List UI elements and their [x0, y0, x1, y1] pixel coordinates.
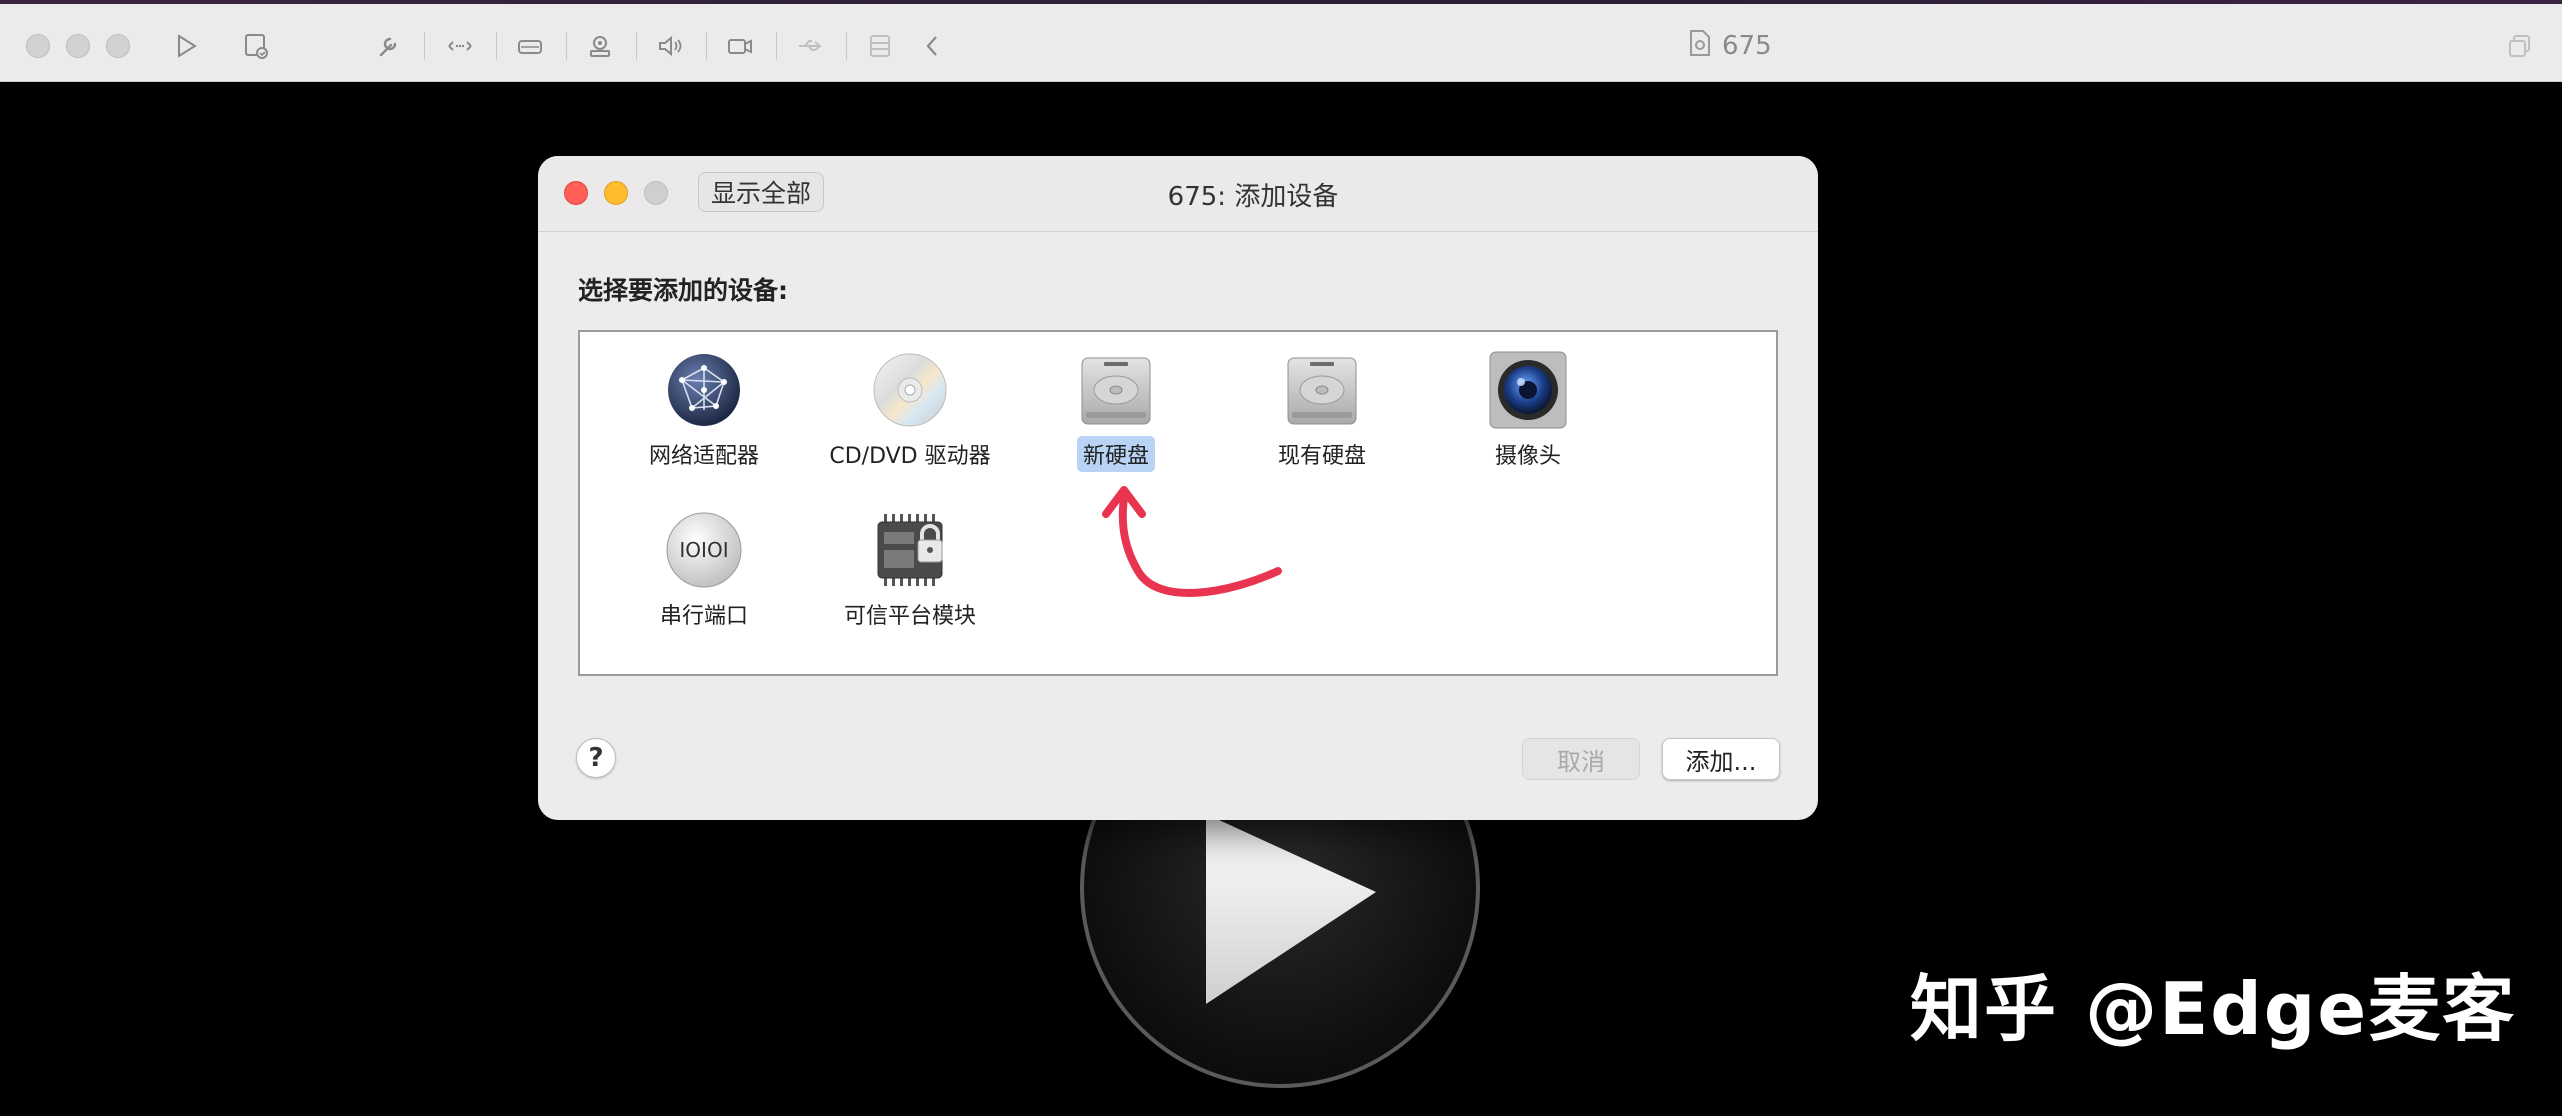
- toolbar-separator: [706, 32, 707, 60]
- toolbar-separator: [566, 32, 567, 60]
- hard-disk-icon: [1282, 350, 1362, 430]
- device-label: CD/DVD 驱动器: [829, 444, 991, 469]
- device-prompt: 选择要添加的设备:: [578, 276, 788, 305]
- help-button[interactable]: ?: [576, 738, 616, 778]
- device-label: 现有硬盘: [1277, 444, 1366, 469]
- dialog-titlebar: 675: 添加设备 显示全部: [538, 156, 1818, 232]
- device-label: 摄像头: [1494, 444, 1561, 469]
- show-all-button[interactable]: 显示全部: [698, 172, 825, 212]
- snapshot-icon[interactable]: [236, 28, 276, 64]
- device-label: 网络适配器: [648, 444, 759, 469]
- device-label: 可信平台模块: [843, 604, 976, 629]
- network-globe-icon: [664, 350, 744, 430]
- toolbar-separator: [496, 32, 497, 60]
- tpm-chip-lock-icon: [870, 510, 950, 590]
- play-icon[interactable]: [166, 28, 206, 64]
- serial-port-icon: IOIOI: [664, 510, 744, 590]
- video-camera-icon[interactable]: [720, 28, 760, 64]
- device-cd-dvd-drive[interactable]: CD/DVD 驱动器: [820, 350, 1000, 490]
- watermark-text: 知乎 @Edge麦客: [1910, 967, 2517, 1051]
- toolbar-separator: [424, 32, 425, 60]
- device-trusted-platform-module[interactable]: 可信平台模块: [820, 510, 1000, 650]
- storage-stack-icon[interactable]: [860, 28, 900, 64]
- cancel-button[interactable]: 取消: [1522, 738, 1640, 780]
- device-label: 新硬盘: [1076, 436, 1155, 472]
- camera-icon: [1488, 350, 1568, 430]
- webcam-icon[interactable]: [580, 28, 620, 64]
- window-title: 675: [1688, 28, 1772, 64]
- device-camera[interactable]: 摄像头: [1438, 350, 1618, 490]
- add-device-dialog: 675: 添加设备 显示全部 选择要添加的设备: 网络适配器 CD/DVD 驱动…: [538, 156, 1818, 820]
- annotation-arrow: [1102, 486, 1282, 597]
- chevron-left-icon[interactable]: [912, 28, 952, 64]
- toolbar-separator: [846, 32, 847, 60]
- device-existing-hard-disk[interactable]: 现有硬盘: [1232, 350, 1412, 490]
- device-serial-port[interactable]: IOIOI 串行端口: [614, 510, 794, 650]
- window-close-button[interactable]: [26, 34, 50, 58]
- usb-icon[interactable]: [790, 28, 830, 64]
- drive-icon[interactable]: [510, 28, 550, 64]
- add-button[interactable]: 添加...: [1662, 738, 1780, 780]
- speaker-icon[interactable]: [650, 28, 690, 64]
- copy-window-icon[interactable]: [2500, 28, 2540, 64]
- cd-dvd-icon: [870, 350, 950, 430]
- device-network-adapter[interactable]: 网络适配器: [614, 350, 794, 490]
- device-new-hard-disk[interactable]: 新硬盘: [1026, 350, 1206, 490]
- settings-wrench-icon[interactable]: [368, 28, 408, 64]
- window-minimize-button[interactable]: [66, 34, 90, 58]
- document-icon: [1688, 29, 1712, 64]
- network-arrows-icon[interactable]: [440, 28, 480, 64]
- device-label: 串行端口: [659, 604, 748, 629]
- toolbar-separator: [636, 32, 637, 60]
- vm-window-toolbar: 675: [0, 4, 2562, 82]
- svg-text:IOIOI: IOIOI: [679, 538, 728, 562]
- window-zoom-button[interactable]: [106, 34, 130, 58]
- toolbar-separator: [776, 32, 777, 60]
- hard-disk-icon: [1076, 350, 1156, 430]
- window-title-text: 675: [1722, 31, 1772, 61]
